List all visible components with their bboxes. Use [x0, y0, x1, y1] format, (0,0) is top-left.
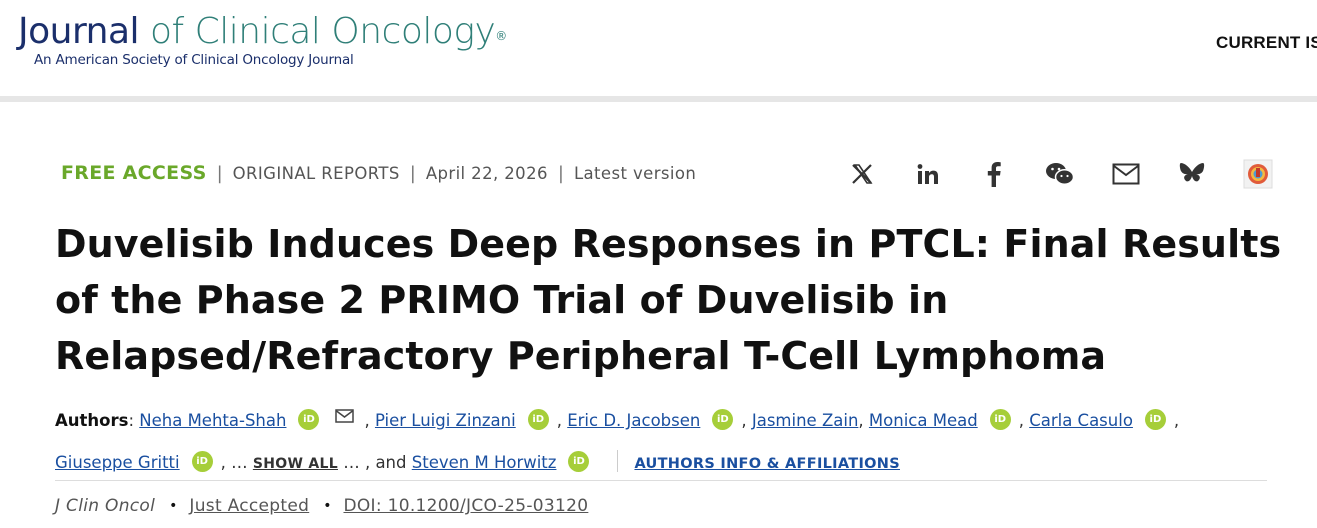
wechat-icon[interactable]: [1044, 158, 1076, 190]
registered-mark: ®: [495, 29, 507, 43]
status-link[interactable]: Just Accepted: [189, 496, 309, 516]
logo-subtitle: An American Society of Clinical Oncology…: [34, 52, 354, 68]
authors-colon: :: [128, 411, 140, 430]
author-link[interactable]: Carla Casulo: [1029, 411, 1133, 430]
author-ellipsis-and: … , and: [337, 453, 412, 472]
article-meta-row: FREE ACCESS | ORIGINAL REPORTS | April 2…: [61, 162, 696, 184]
logo-word-rest: of Clinical Oncology: [149, 11, 496, 52]
meta-separator: |: [557, 162, 564, 184]
orcid-icon[interactable]: iD: [298, 409, 320, 430]
orcid-icon[interactable]: iD: [1144, 409, 1166, 430]
x-icon[interactable]: [846, 158, 878, 190]
journal-abbrev: J Clin Oncol: [55, 496, 156, 516]
mendeley-icon[interactable]: [1242, 158, 1274, 190]
author-separator: ,: [1018, 411, 1030, 430]
version-label: Latest version: [573, 163, 697, 183]
nav-current-issue[interactable]: CURRENT IS: [1216, 33, 1317, 53]
journal-logo[interactable]: Journal of Clinical Oncology® An America…: [18, 10, 507, 68]
author-link[interactable]: Steven M Horwitz: [412, 453, 557, 472]
logo-word-journal: Journal: [18, 11, 140, 52]
email-icon[interactable]: [1110, 158, 1142, 190]
author-link[interactable]: Pier Luigi Zinzani: [375, 411, 516, 430]
publication-date: April 22, 2026: [425, 163, 548, 183]
orcid-icon[interactable]: iD: [568, 451, 590, 472]
author-link[interactable]: Monica Mead: [869, 411, 978, 430]
author-separator: ,: [741, 411, 752, 430]
meta-separator: |: [216, 162, 223, 184]
citation-divider: [55, 480, 1267, 481]
author-link[interactable]: Giuseppe Gritti: [55, 453, 180, 472]
article-section: ORIGINAL REPORTS: [232, 163, 400, 183]
logo-title: Journal of Clinical Oncology®: [18, 10, 507, 54]
meta-separator: |: [409, 162, 416, 184]
show-all-button[interactable]: SHOW ALL: [253, 456, 338, 472]
share-toolbar: [846, 158, 1274, 190]
doi-link[interactable]: DOI: 10.1200/JCO-25-03120: [343, 496, 588, 516]
bluesky-icon[interactable]: [1176, 158, 1208, 190]
facebook-icon[interactable]: [978, 158, 1010, 190]
authors-label: Authors: [55, 411, 129, 430]
orcid-icon[interactable]: iD: [191, 451, 213, 472]
bullet: •: [323, 498, 332, 514]
orcid-icon[interactable]: iD: [989, 409, 1011, 430]
free-access-badge: FREE ACCESS: [61, 162, 207, 184]
article-title: Duvelisib Induces Deep Responses in PTCL…: [55, 222, 1282, 378]
orcid-icon[interactable]: iD: [712, 409, 734, 430]
author-link[interactable]: Neha Mehta-Shah: [139, 411, 286, 430]
linkedin-icon[interactable]: [912, 158, 944, 190]
email-icon[interactable]: [335, 397, 355, 439]
citation-row: J Clin Oncol • Just Accepted • DOI: 10.1…: [55, 496, 588, 516]
author-link[interactable]: Jasmine Zain: [752, 411, 859, 430]
bullet: •: [169, 498, 178, 514]
orcid-icon[interactable]: iD: [527, 409, 549, 430]
author-link[interactable]: Eric D. Jacobsen: [567, 411, 700, 430]
header-divider: [0, 96, 1317, 102]
authors-info-affiliations-link[interactable]: AUTHORS INFO & AFFILIATIONS: [634, 456, 900, 472]
author-separator: ,: [556, 411, 568, 430]
author-list: Authors: Neha Mehta-Shah iD, Pier Luigi Z…: [55, 397, 1255, 485]
author-ellipsis: , …: [220, 453, 253, 472]
divider: [617, 450, 619, 472]
author-separator: ,: [858, 411, 869, 430]
author-separator: ,: [1173, 411, 1180, 430]
author-separator: ,: [364, 411, 375, 430]
